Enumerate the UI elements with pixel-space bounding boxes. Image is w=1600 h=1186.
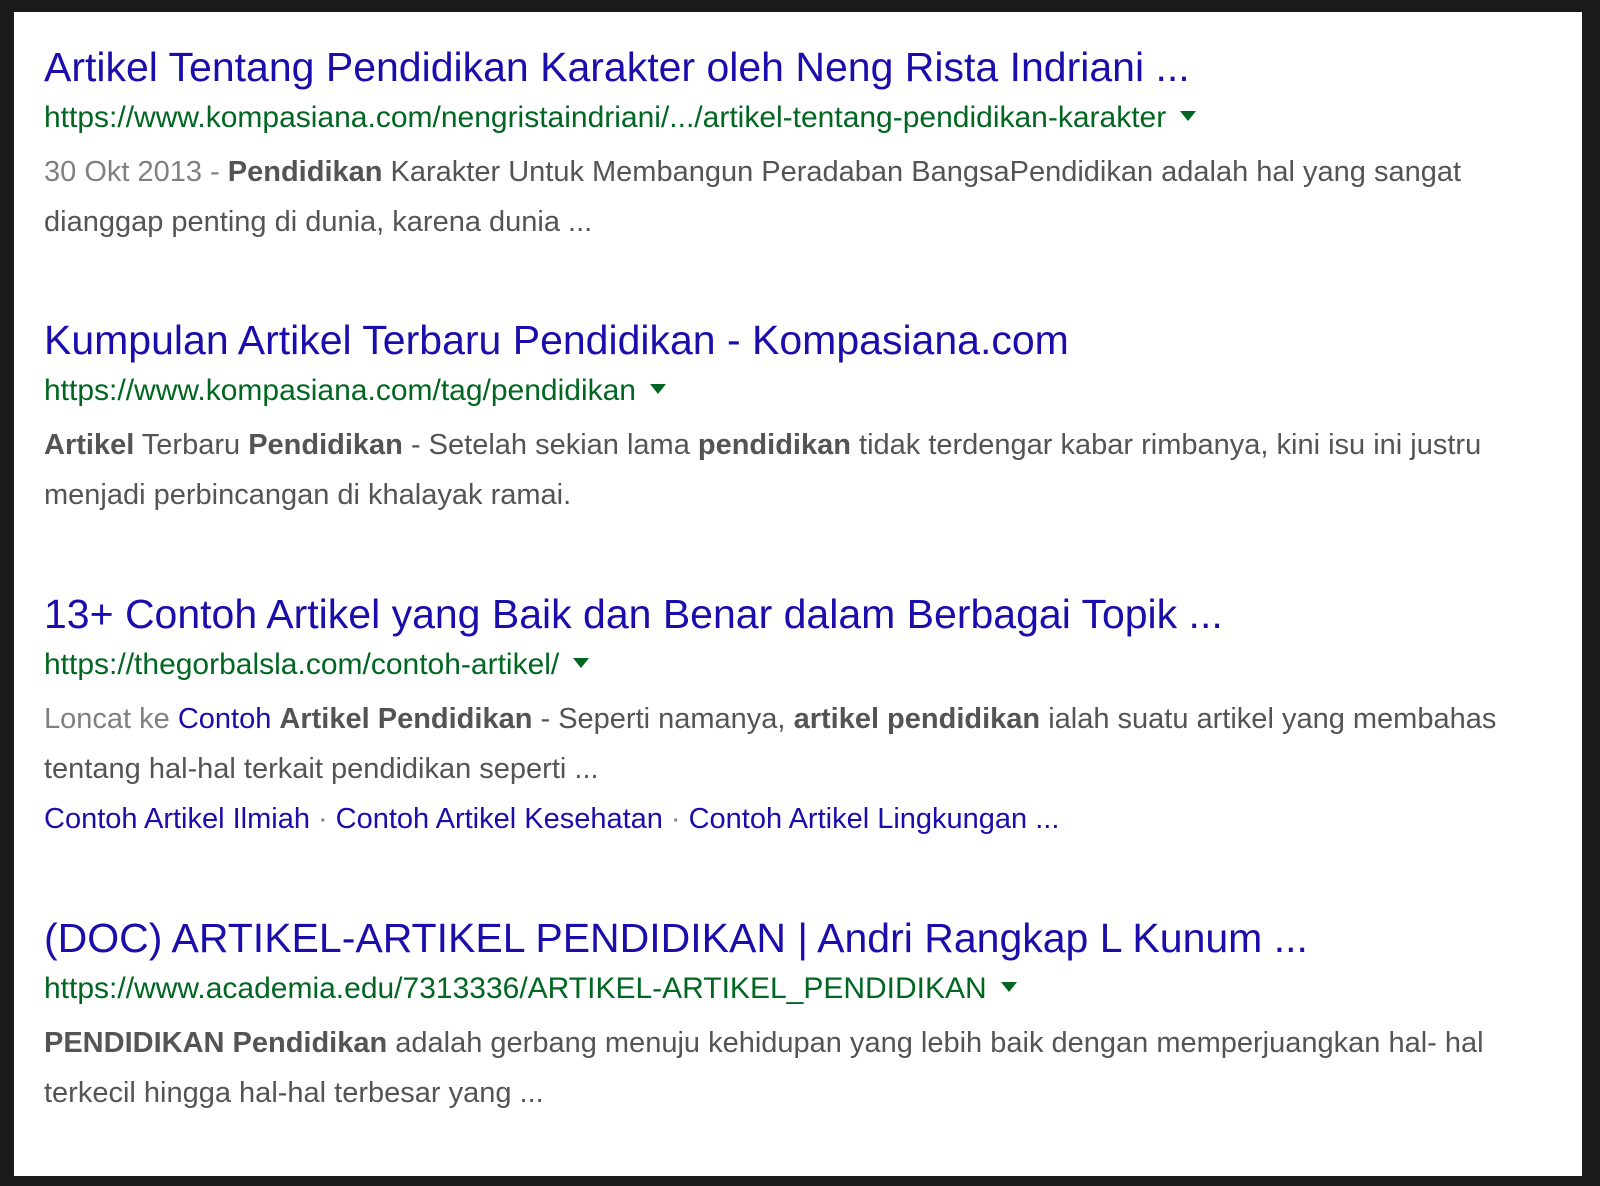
sitelink-separator: · [317,803,328,835]
result-url-line: https://www.kompasiana.com/tag/pendidika… [44,371,1552,411]
sitelink-contoh-artikel-ilmiah[interactable]: Contoh Artikel Ilmiah [44,803,310,835]
sitelinks-row: Contoh Artikel Ilmiah · Contoh Artikel Kes… [44,794,1552,844]
search-result: Artikel Tentang Pendidikan Karakter oleh… [44,42,1552,247]
caret-down-icon[interactable] [650,384,666,395]
result-date: 30 Okt 2013 [44,156,202,188]
caret-down-icon[interactable] [573,658,590,669]
result-url-line: https://thegorbalsla.com/contoh-artikel/ [44,645,1552,685]
result-title-link[interactable]: Artikel Tentang Pendidikan Karakter oleh… [44,42,1552,92]
search-result: 13+ Contoh Artikel yang Baik dan Benar d… [44,589,1552,844]
sitelink-contoh-artikel-lingkungan[interactable]: Contoh Artikel Lingkungan ... [689,803,1060,835]
result-title-link[interactable]: Kumpulan Artikel Terbaru Pendidikan - Ko… [44,315,1552,365]
caret-down-icon[interactable] [1180,111,1197,122]
result-url-line: https://www.academia.edu/7313336/ARTIKEL… [44,969,1552,1009]
jump-to-section-link[interactable]: Contoh Artikel Pendidikan [178,703,533,735]
snippet-highlight: Artikel [44,429,135,461]
result-url[interactable]: https://www.kompasiana.com/tag/pendidika… [44,374,636,407]
search-results-panel: Artikel Tentang Pendidikan Karakter oleh… [14,12,1582,1176]
result-snippet: 30 Okt 2013 - Pendidikan Karakter Untuk … [44,147,1552,247]
sitelink-separator: · [670,803,681,835]
snippet-highlight: Pendidikan [227,156,383,188]
snippet-text: - Setelah sekian lama [402,429,698,461]
search-result: (DOC) ARTIKEL-ARTIKEL PENDIDIKAN | Andri… [44,913,1552,1118]
sitelink-contoh-artikel-kesehatan[interactable]: Contoh Artikel Kesehatan [336,803,663,835]
result-url[interactable]: https://www.kompasiana.com/nengristaindr… [44,101,1166,134]
jump-link-highlight: Artikel Pendidikan [279,703,533,735]
snippet-highlight: PENDIDIKAN Pendidikan [44,1027,388,1059]
snippet-highlight: artikel pendidikan [793,703,1041,735]
snippet-text: - Seperti namanya, [532,703,794,735]
search-result: Kumpulan Artikel Terbaru Pendidikan - Ko… [44,315,1552,520]
result-snippet: Loncat ke Contoh Artikel Pendidikan - Se… [44,694,1552,794]
result-title-link[interactable]: 13+ Contoh Artikel yang Baik dan Benar d… [44,589,1552,639]
caret-down-icon[interactable] [1000,982,1017,993]
result-url[interactable]: https://www.academia.edu/7313336/ARTIKEL… [44,972,987,1005]
result-snippet: Artikel Terbaru Pendidikan - Setelah sek… [44,420,1552,520]
snippet-text: Terbaru [134,429,249,461]
snippet-highlight: Pendidikan [248,429,403,461]
result-url-line: https://www.kompasiana.com/nengristaindr… [44,98,1552,138]
result-title-link[interactable]: (DOC) ARTIKEL-ARTIKEL PENDIDIKAN | Andri… [44,913,1552,963]
snippet-highlight: pendidikan [697,429,851,461]
jump-link-text: Contoh [177,703,280,735]
result-url[interactable]: https://thegorbalsla.com/contoh-artikel/ [44,648,559,681]
jump-prefix: Loncat ke [44,703,178,735]
result-snippet: PENDIDIKAN Pendidikan adalah gerbang men… [44,1018,1552,1118]
date-separator: - [202,156,228,188]
